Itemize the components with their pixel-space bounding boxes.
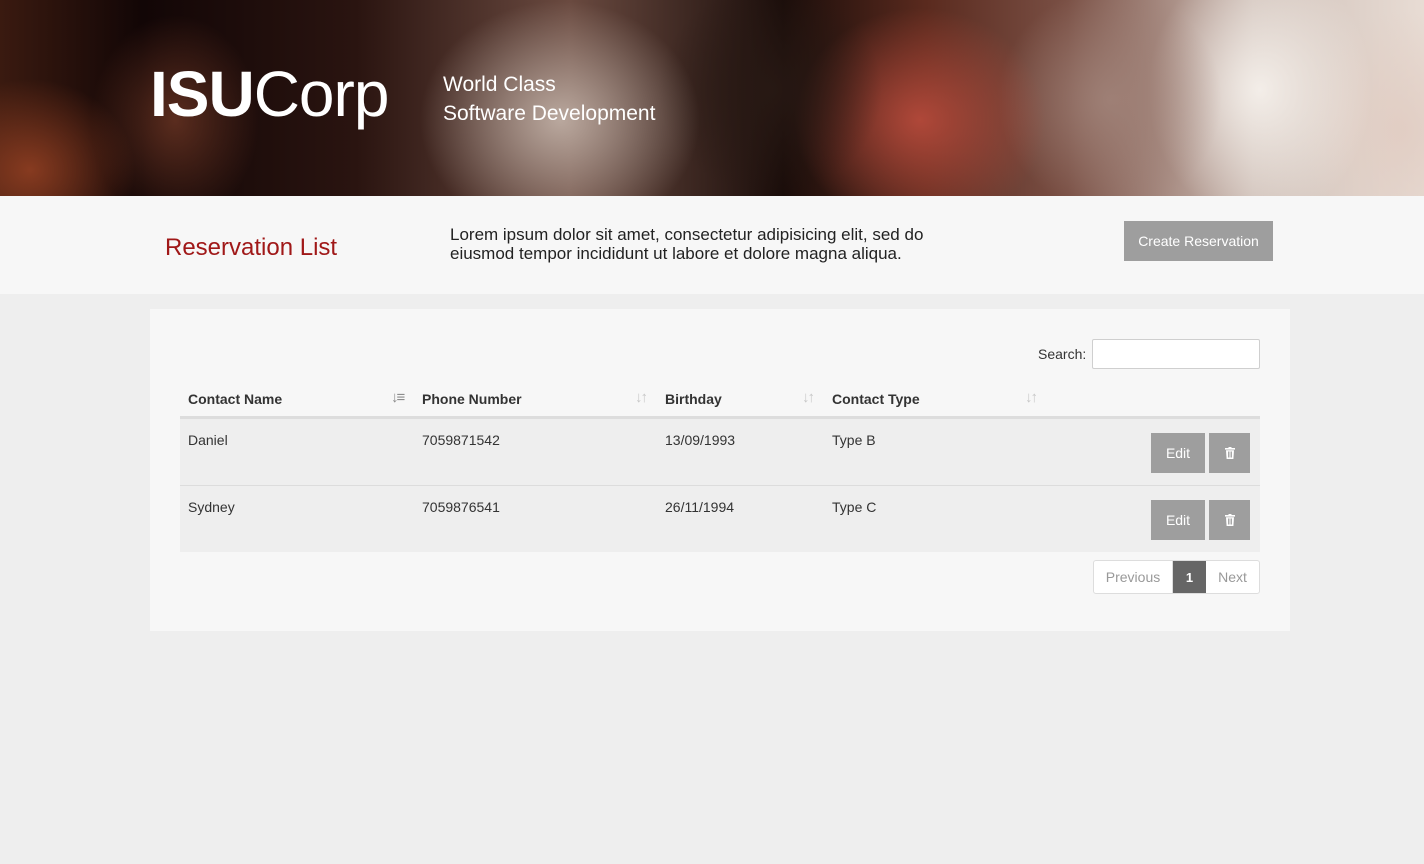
create-reservation-button[interactable]: Create Reservation: [1124, 221, 1273, 261]
page-title: Reservation List: [165, 234, 338, 261]
column-header-contact-type[interactable]: Contact Type: [832, 391, 920, 407]
tagline-line-1: World Class: [443, 73, 556, 96]
cell-phone-number: 7059876541: [422, 499, 500, 515]
table-header: Contact Name ↓≡ Phone Number ↓↑ Birthday…: [180, 383, 1260, 419]
pagination: Previous 1 Next: [1093, 560, 1260, 594]
column-header-birthday[interactable]: Birthday: [665, 391, 722, 407]
table-row: Daniel 7059871542 13/09/1993 Type B Edit: [180, 419, 1260, 486]
trash-icon: [1224, 514, 1235, 526]
search-label: Search:: [1038, 346, 1087, 362]
cell-contact-type: Type C: [832, 499, 877, 515]
delete-button[interactable]: [1209, 433, 1250, 473]
search-input[interactable]: [1092, 339, 1260, 369]
delete-button[interactable]: [1209, 500, 1250, 540]
cell-phone-number: 7059871542: [422, 432, 500, 448]
column-header-phone-number[interactable]: Phone Number: [422, 391, 522, 407]
pagination-page-1[interactable]: 1: [1173, 561, 1206, 593]
cell-birthday: 26/11/1994: [665, 499, 735, 515]
edit-button[interactable]: Edit: [1151, 433, 1205, 473]
logo-bold: ISU: [150, 58, 255, 130]
page-header: Reservation List Lorem ipsum dolor sit a…: [0, 196, 1424, 294]
sort-icon[interactable]: ↓↑: [1025, 389, 1038, 406]
tagline-line-2: Software Development: [443, 102, 656, 125]
cell-birthday: 13/09/1993: [665, 432, 736, 448]
sort-ascending-icon[interactable]: ↓≡: [391, 389, 405, 406]
pagination-next[interactable]: Next: [1206, 561, 1259, 593]
cell-contact-name: Daniel: [188, 432, 228, 448]
column-header-contact-name[interactable]: Contact Name: [188, 391, 282, 407]
sort-icon[interactable]: ↓↑: [635, 389, 648, 406]
intro-text: Lorem ipsum dolor sit amet, consectetur …: [450, 225, 990, 263]
intro-line-2: eiusmod tempor incididunt ut labore et d…: [450, 244, 902, 263]
logo-light: Corp: [253, 58, 390, 130]
reservation-table: Contact Name ↓≡ Phone Number ↓↑ Birthday…: [180, 383, 1260, 552]
tagline: World Class Software Development: [443, 70, 655, 128]
hero-banner: ISUCorp World Class Software Development: [0, 0, 1424, 196]
pagination-previous[interactable]: Previous: [1094, 561, 1173, 593]
edit-button[interactable]: Edit: [1151, 500, 1205, 540]
cell-contact-name: Sydney: [188, 499, 235, 515]
intro-line-1: Lorem ipsum dolor sit amet, consectetur …: [450, 225, 924, 244]
table-row: Sydney 7059876541 26/11/1994 Type C Edit: [180, 486, 1260, 552]
sort-icon[interactable]: ↓↑: [802, 389, 815, 406]
reservation-card: Search: Contact Name ↓≡ Phone Number ↓↑ …: [150, 309, 1290, 631]
cell-contact-type: Type B: [832, 432, 876, 448]
trash-icon: [1224, 447, 1235, 459]
logo[interactable]: ISUCorp: [150, 62, 389, 126]
